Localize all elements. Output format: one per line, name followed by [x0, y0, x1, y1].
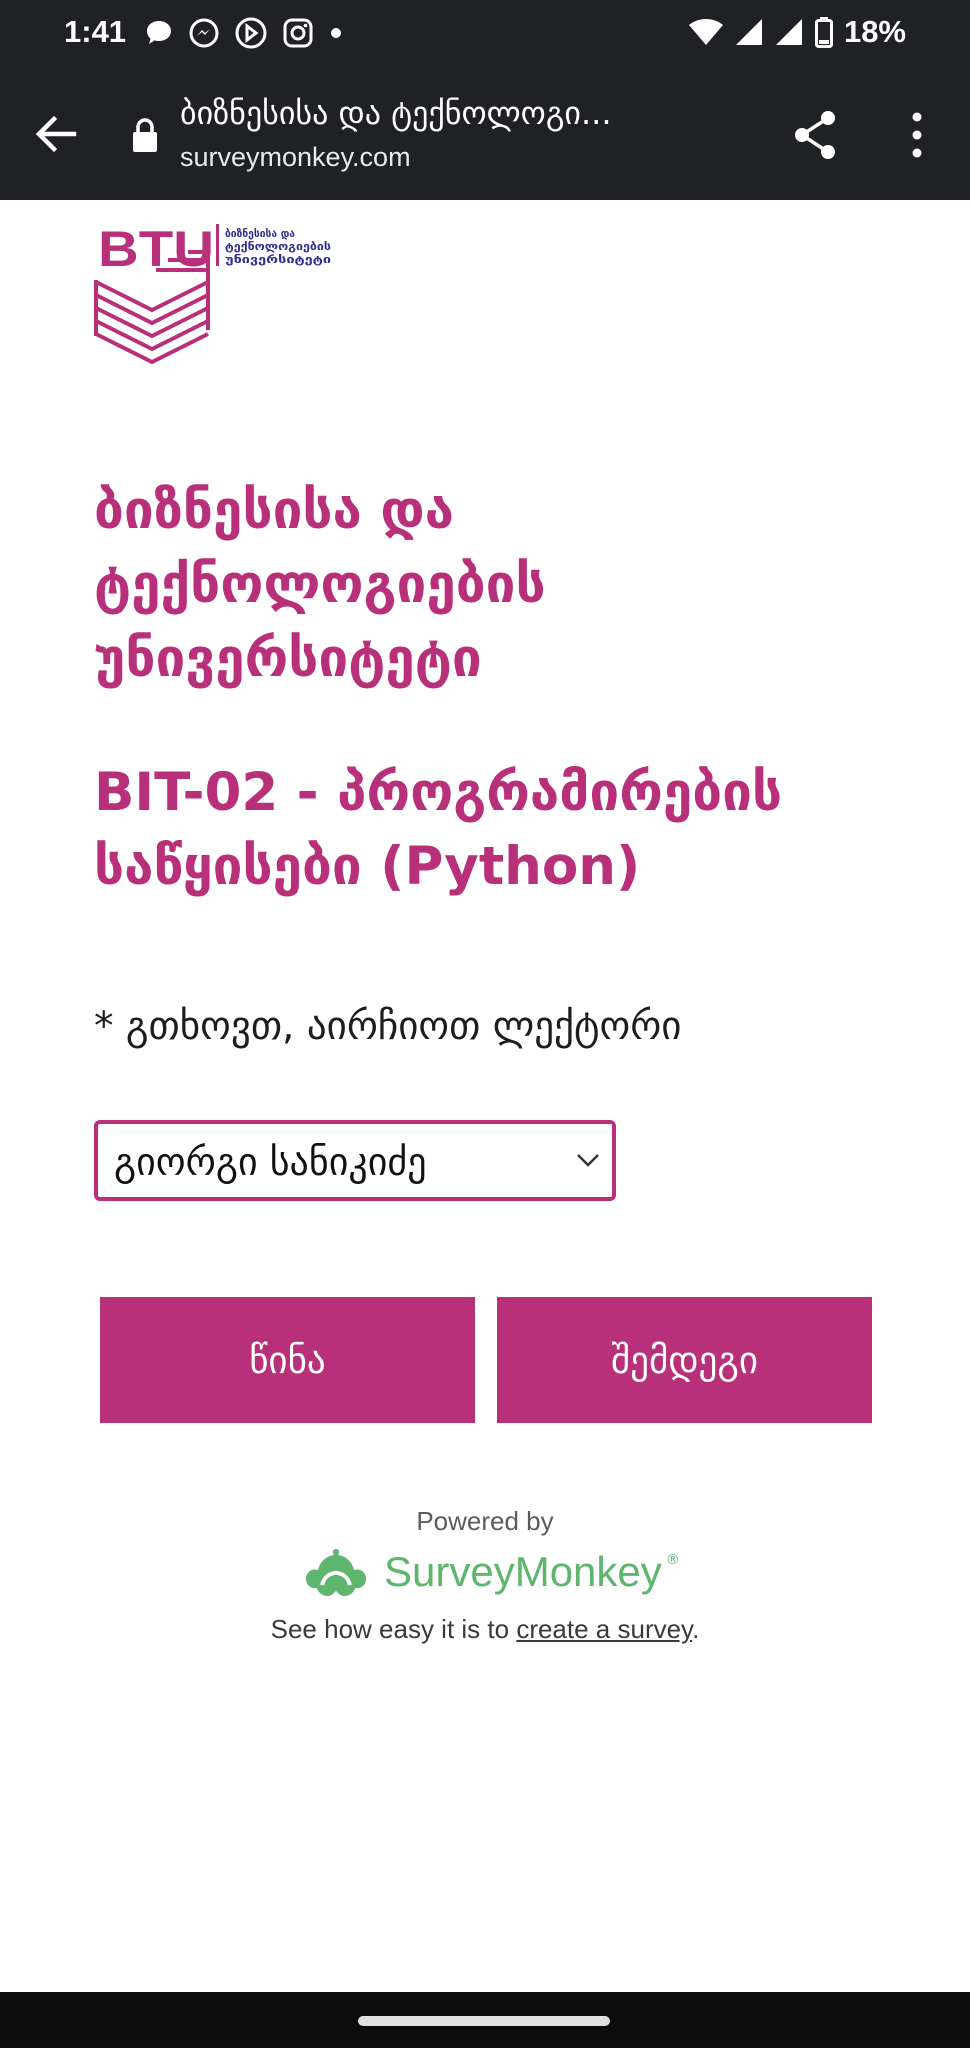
phone-app-icon [235, 17, 267, 49]
browser-toolbar: ბიზნესისა და ტექნოლოგი... surveymonkey.c… [0, 68, 970, 200]
survey-heading: ბიზნესისა და ტექნოლოგიების უნივერსიტეტი [94, 480, 546, 689]
chevron-down-icon [577, 1154, 599, 1167]
system-icons: 18% [688, 14, 906, 50]
signal-icon [775, 19, 802, 45]
footer-prefix: See how easy it is to [270, 1614, 517, 1644]
powered-by: Powered by [416, 1506, 554, 1536]
lock-icon[interactable] [130, 116, 160, 154]
survey-subheading: BIT-02 - პროგრამირების საწყისები (Python… [94, 762, 783, 897]
page-title[interactable]: ბიზნესისა და ტექნოლოგი... [180, 94, 730, 132]
more-options-icon[interactable] [900, 108, 934, 162]
back-arrow-icon[interactable] [30, 108, 82, 160]
surveymonkey-logo-icon [306, 1549, 366, 1596]
system-nav-bar [0, 1992, 970, 2048]
signal-icon [735, 19, 762, 45]
footer-text: See how easy it is to create a survey. [0, 1614, 970, 1645]
btu-logo: BTU ბიზნესისა და ტექნოლოგიების უნივერსიტ… [92, 220, 342, 370]
page-url[interactable]: surveymonkey.com [180, 142, 411, 173]
logo-tagline-line1: ბიზნესისა და [225, 227, 295, 240]
battery-icon [814, 17, 833, 48]
surveymonkey-name: SurveyMonkey [384, 1548, 662, 1595]
surveymonkey-brand[interactable]: SurveyMonkey ® [300, 1544, 680, 1600]
instagram-icon [283, 18, 313, 48]
chat-bubble-icon [147, 21, 171, 44]
status-time: 1:41 [64, 14, 127, 49]
logo-tagline-line2: ტექნოლოგიების [225, 240, 331, 253]
footer-suffix: . [692, 1614, 700, 1644]
create-survey-link[interactable]: create a survey [516, 1614, 692, 1644]
registered-mark: ® [665, 1552, 680, 1568]
home-gesture-handle[interactable] [358, 2016, 610, 2026]
dot-icon [331, 28, 341, 38]
selected-option: გიორგი სანიკიძე [114, 1140, 427, 1184]
messenger-icon [189, 18, 219, 48]
battery-percent: 18% [843, 14, 906, 49]
notification-icons [144, 16, 344, 50]
status-bar: 1:41 18% [0, 0, 970, 68]
question-label: * გთხოვთ, აირჩიოთ ლექტორი [94, 1004, 682, 1049]
share-icon[interactable] [790, 108, 840, 162]
prev-button[interactable]: წინა [100, 1297, 475, 1423]
logo-tagline-line3: უნივერსიტეტი [225, 253, 331, 266]
lecturer-select[interactable]: გიორგი სანიკიძე [94, 1120, 616, 1201]
next-button[interactable]: შემდეგი [497, 1297, 872, 1423]
wifi-icon [688, 19, 723, 45]
